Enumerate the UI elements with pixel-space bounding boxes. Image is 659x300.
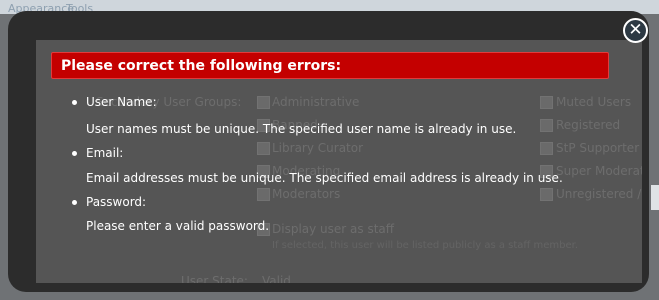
staff-note: If selected, this user will be listed pu… [272,240,578,251]
error-message-email: Email addresses must be unique. The spec… [86,171,563,185]
group-label: Moderators [272,187,341,201]
group-label: Registered [556,118,621,132]
group-checkbox [257,96,270,109]
group-label: Administrative [272,95,360,109]
group-label: StP Supporter [556,141,640,155]
group-checkbox [540,142,553,155]
background-page-edge [651,185,659,210]
user-state-value: Valid [262,274,291,283]
group-checkbox [540,96,553,109]
group-label: Super Moderators [556,164,642,178]
error-banner: Please correct the following errors: [51,52,609,79]
error-field-user-name: User Name: [72,95,157,109]
group-label: Unregistered / Unconfirmed [556,187,642,201]
group-checkbox [257,188,270,201]
group-checkbox [540,188,553,201]
error-message-password: Please enter a valid password. [86,219,270,233]
staff-checkbox-label: Display user as staff [272,222,395,236]
group-checkbox [257,142,270,155]
close-icon: ✕ [628,20,643,40]
user-state-label: User State: [181,274,248,283]
group-label: Library Curator [272,141,364,155]
error-field-password: Password: [71,195,147,209]
group-label: Muted Users [556,95,632,109]
error-field-email: Email: [71,146,124,160]
group-checkbox [540,119,553,132]
error-message-user-name: User names must be unique. The specified… [86,122,517,136]
close-button[interactable]: ✕ [623,18,648,43]
